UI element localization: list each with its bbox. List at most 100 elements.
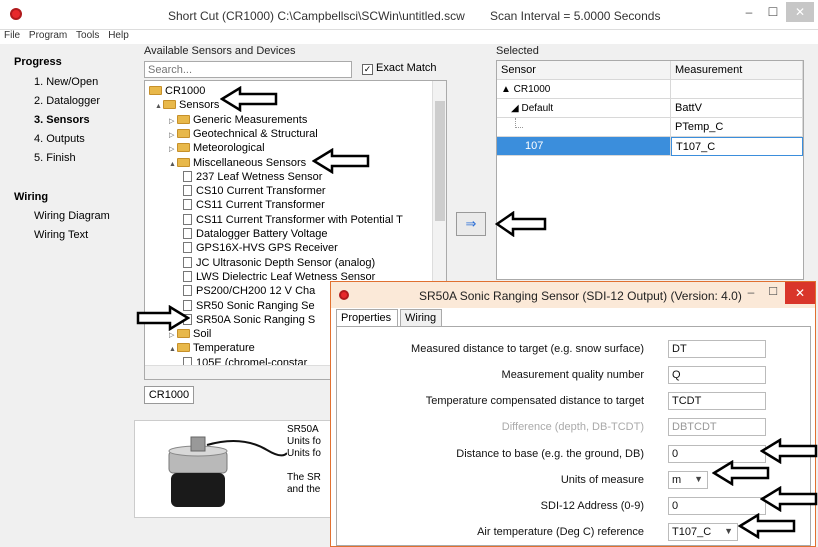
checkbox-checked-icon[interactable]: ✓ [362,64,373,75]
exact-match-checkbox[interactable]: ✓ Exact Match [362,62,437,75]
tree-item-label: Soil [193,328,212,341]
grid-measurement-cell[interactable]: BattV [671,99,803,118]
field-label: Distance to base (e.g. the ground, DB) [456,448,644,460]
tree-folder-item[interactable]: ▲ Sensors [155,98,219,112]
tree-sensor-item[interactable]: PS200/CH200 12 V Cha [183,284,315,298]
tree-sensor-item[interactable]: 237 Leaf Wetness Sensor [183,170,322,184]
sr50a-sensor-image [168,436,288,507]
menu-tools[interactable]: Tools [76,30,99,41]
tree-item-label: Temperature [193,342,255,355]
sensor-properties-dialog: SR50A Sonic Ranging Sensor (SDI-12 Outpu… [330,281,816,547]
units-value: m [672,474,682,486]
add-sensor-button[interactable]: ⇒ [456,212,486,236]
tree-sensor-item[interactable]: CS10 Current Transformer [183,184,326,198]
tree-folder-item[interactable]: ▲ Miscellaneous Sensors [169,156,306,170]
tree-sensor-item[interactable]: SR50A Sonic Ranging S [183,313,315,327]
available-sensors-label: Available Sensors and Devices [144,45,296,57]
grid-sensor-cell[interactable]: ▲ CR1000 [497,80,671,99]
tree-item-label: Geotechnical & Structural [193,127,318,140]
arrow-left-icon [760,486,818,512]
tree-folder-item[interactable]: ▷ Generic Measurements [169,113,307,127]
tab-properties[interactable]: Properties [336,309,398,327]
nav-new-open[interactable]: 1. New/Open [34,76,98,88]
tree-folder-item[interactable]: ▲ Temperature [169,341,255,355]
expanded-arrow-icon[interactable]: ▲ [169,158,177,172]
folder-icon [177,114,190,124]
nav-outputs[interactable]: 4. Outputs [34,133,85,145]
tree-sensor-item[interactable]: Datalogger Battery Voltage [183,227,327,241]
dialog-app-icon [339,290,349,300]
tree-sensor-item[interactable]: JC Ultrasonic Depth Sensor (analog) [183,256,375,270]
exact-match-label: Exact Match [376,62,437,74]
compensated-distance-field[interactable] [668,392,766,410]
nav-datalogger[interactable]: 2. Datalogger [34,95,100,107]
menu-bar: File Program Tools Help [0,30,818,44]
expanded-arrow-icon[interactable]: ▲ [169,343,177,357]
tree-item-label: SR50A Sonic Ranging S [196,313,316,326]
grid-measurement-cell[interactable]: PTemp_C [671,118,803,137]
tree-item-label: Datalogger Battery Voltage [196,228,328,240]
tree-sensor-item[interactable]: CS11 Current Transformer [183,198,325,212]
document-icon [183,199,192,211]
expanded-arrow-icon[interactable]: ▲ [155,100,163,114]
menu-help[interactable]: Help [108,30,129,41]
grid-sensor-cell[interactable] [497,118,671,137]
document-icon [183,256,192,268]
nav-wiring-diagram[interactable]: Wiring Diagram [34,210,110,222]
menu-file[interactable]: File [4,30,20,41]
nav-sensors[interactable]: 3. Sensors [34,114,90,126]
difference-field [668,418,766,436]
document-icon [183,285,192,297]
maximize-icon[interactable]: ☐ [760,2,786,22]
field-label: Temperature compensated distance to targ… [425,395,644,407]
grid-sensor-cell[interactable]: ◢ Default [497,99,671,118]
column-header-measurement[interactable]: Measurement [671,61,803,80]
grid-measurement-cell-selected[interactable]: T107_C [671,137,803,156]
measured-distance-field[interactable] [668,340,766,358]
tree-item-label: CS10 Current Transformer [196,185,326,198]
grid-sensor-cell-selected[interactable]: 107 [497,137,671,156]
quality-number-field[interactable] [668,366,766,384]
arrow-right-icon [136,305,190,331]
close-icon[interactable]: ✕ [786,2,814,22]
grid-measurement-cell[interactable] [671,80,803,99]
selected-label: Selected [496,45,539,57]
tree-folder-item[interactable]: ▷ Meteorological [169,141,265,155]
tree-folder-item[interactable]: CR1000 [149,84,205,98]
wiring-heading: Wiring [14,191,49,203]
scroll-thumb[interactable] [435,101,445,221]
units-of-measure-select[interactable]: m ▼ [668,471,708,489]
selected-grid[interactable]: Sensor Measurement ▲ CR1000 ◢ Default Ba… [496,60,804,280]
document-icon [183,213,192,225]
dialog-title: SR50A Sonic Ranging Sensor (SDI-12 Outpu… [419,289,742,303]
folder-icon [177,343,190,353]
dialog-maximize-icon[interactable]: ☐ [763,285,783,298]
nav-wiring-text[interactable]: Wiring Text [34,229,88,241]
tab-cr1000[interactable]: CR1000 [144,386,194,404]
column-header-sensor[interactable]: Sensor [497,61,671,80]
air-temperature-select[interactable]: T107_C ▼ [668,523,738,541]
tree-item-label: Sensors [179,99,220,112]
nav-finish[interactable]: 5. Finish [34,152,76,164]
tree-item-label: CS11 Current Transformer [196,199,325,212]
folder-icon [149,86,162,95]
dialog-minimize-icon[interactable]: – [741,285,761,299]
folder-icon [177,143,190,153]
menu-program[interactable]: Program [29,30,67,41]
tree-item-label: Miscellaneous Sensors [193,156,307,169]
tree-sensor-item[interactable]: CS11 Current Transformer with Potential … [183,213,403,227]
chevron-down-icon: ▼ [724,526,733,536]
search-input[interactable] [144,61,352,78]
tree-folder-item[interactable]: ▷ Geotechnical & Structural [169,127,318,141]
tree-item-label: PS200/CH200 12 V Cha [196,285,316,298]
tab-wiring[interactable]: Wiring [400,309,442,327]
tree-item-label: JC Ultrasonic Depth Sensor (analog) [196,256,376,269]
minimize-icon[interactable]: – [736,2,762,22]
progress-nav: Progress 1. New/Open 2. Datalogger 3. Se… [0,44,130,547]
tree-item-label: 237 Leaf Wetness Sensor [196,170,323,183]
dialog-close-icon[interactable]: ✕ [785,282,815,304]
title-bar: Short Cut (CR1000) C:\Campbellsci\SCWin\… [0,0,818,30]
document-icon [183,185,192,197]
tree-sensor-item[interactable]: GPS16X-HVS GPS Receiver [183,241,338,255]
tree-sensor-item[interactable]: SR50 Sonic Ranging Se [183,299,315,313]
